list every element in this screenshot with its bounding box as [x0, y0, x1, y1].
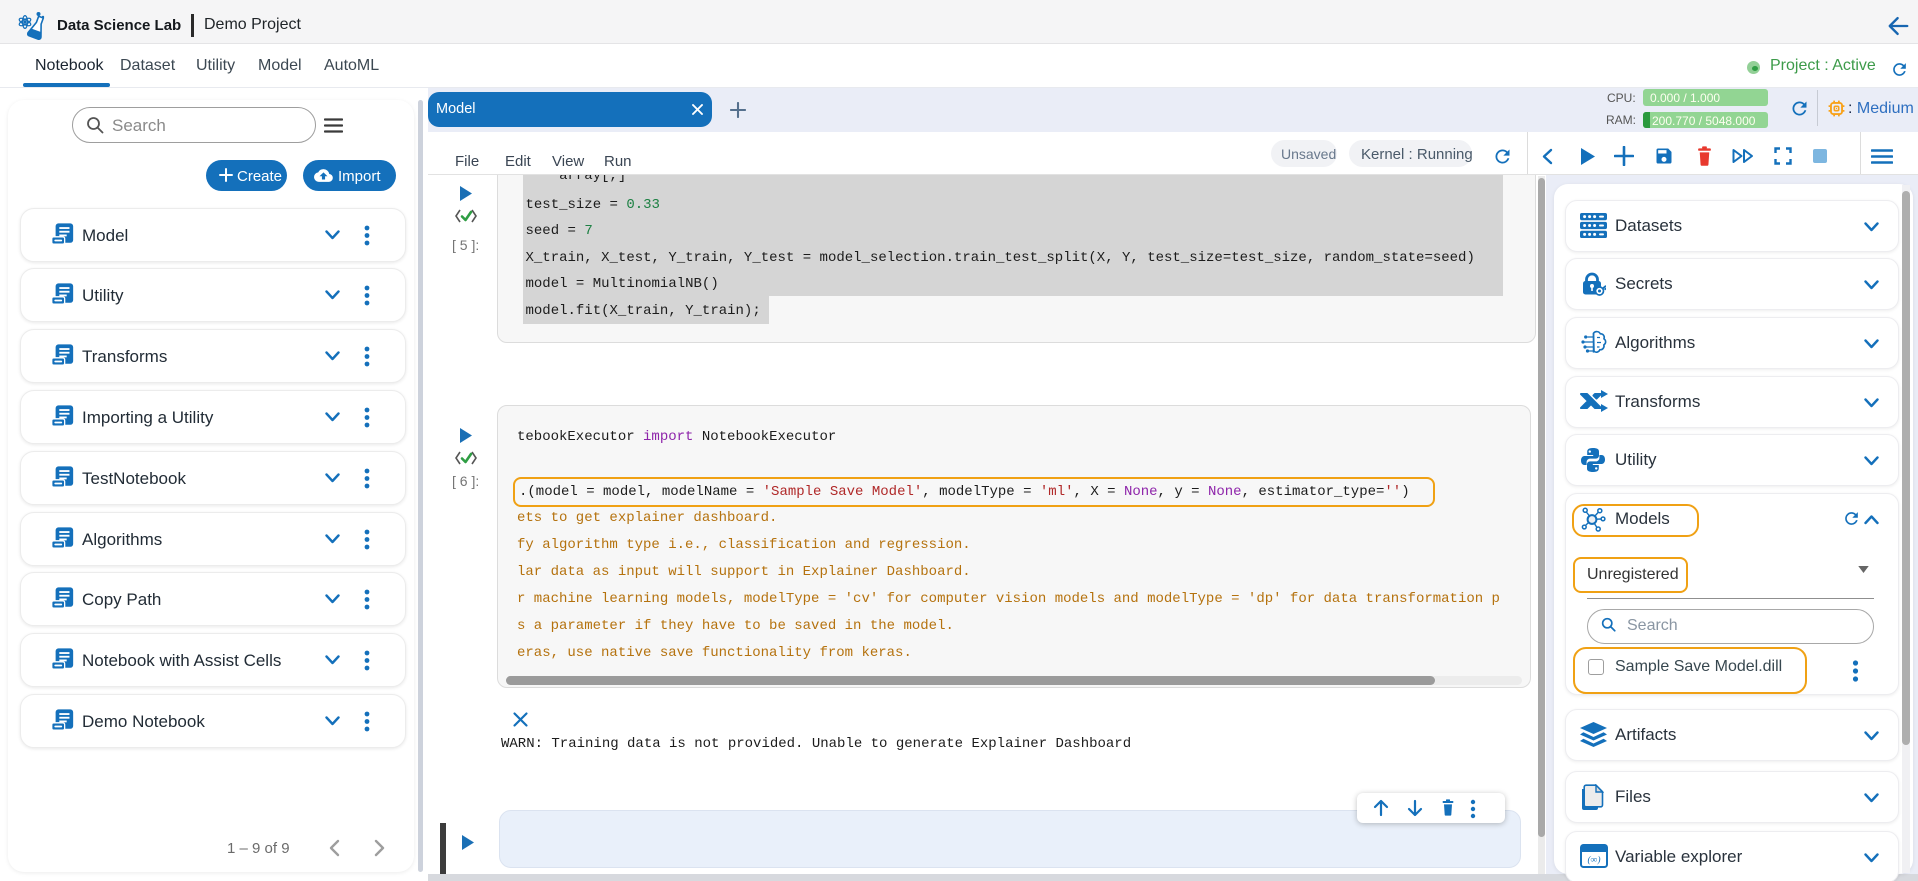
svg-text:(∞): (∞): [1587, 855, 1600, 866]
